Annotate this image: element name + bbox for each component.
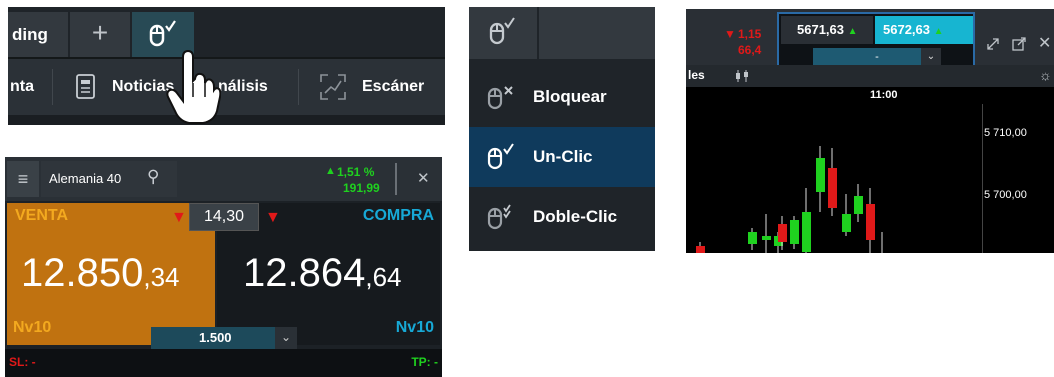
mouse-double-check-icon: [487, 204, 511, 230]
chart-tab-label[interactable]: les: [688, 68, 705, 82]
trade-footer: SL: - TP: -: [5, 349, 442, 377]
chart-change-pct: 1,15: [738, 27, 762, 41]
trade-panel: ≡ Alemania 40 ⚲ ▲ 1,51 % 191,99 ✕ VENTA …: [5, 157, 442, 377]
chevron-down-icon[interactable]: ⌄: [275, 327, 297, 349]
spread-value: 14,30: [189, 203, 259, 231]
sell-price-small: ,34: [143, 262, 180, 292]
buy-price-main: 12.864: [243, 251, 366, 295]
ask-button[interactable]: 5672,63 ▲: [875, 16, 973, 44]
bid-price: 5671,63: [797, 22, 844, 37]
menu-row: nta Noticias nálisis Escáner: [8, 57, 445, 115]
chart-header: ▼ 1,15 66,4 5671,63 ▲ 5672,63 ▲ - ⌄ ✕: [686, 9, 1054, 70]
option-bloquear[interactable]: Bloquear: [469, 67, 655, 127]
scanner-icon: [320, 74, 346, 100]
candle-body: [828, 168, 837, 208]
sell-price-main: 12.850: [21, 251, 144, 295]
bid-button[interactable]: 5671,63 ▲: [781, 16, 873, 44]
quantity-select[interactable]: 1.500 ⌄: [151, 327, 297, 349]
sell-label: VENTA: [15, 207, 69, 224]
chart-panel: ▼ 1,15 66,4 5671,63 ▲ 5672,63 ▲ - ⌄ ✕ le…: [686, 9, 1054, 253]
mouse-check-icon: [487, 143, 514, 170]
up-arrow-icon: ▲: [325, 165, 336, 177]
close-icon[interactable]: ✕: [1038, 33, 1051, 53]
menu-icon[interactable]: ≡: [7, 161, 39, 197]
candle-body: [802, 212, 811, 252]
price-label: 5 700,00: [984, 189, 1027, 201]
tab-row: ding +: [8, 7, 445, 57]
buy-price-small: ,64: [365, 262, 402, 292]
candle-body: [778, 224, 787, 242]
settings-icon[interactable]: ☼: [1039, 67, 1052, 83]
option-label: Un-Clic: [533, 147, 593, 166]
menu-venta[interactable]: nta: [10, 59, 34, 115]
option-un-clic[interactable]: Un-Clic: [469, 127, 655, 187]
trade-change-pct: 1,51 %: [337, 165, 375, 179]
buy-level: Nv10: [395, 319, 434, 336]
change-down-icon: ▼: [724, 27, 736, 41]
candle-body: [842, 214, 851, 232]
up-arrow-icon: ▲: [933, 26, 944, 37]
menu-header: [469, 7, 655, 63]
trade-change-abs: 191,99: [343, 181, 380, 195]
buy-label: COMPRA: [362, 207, 434, 224]
down-arrow-icon: ▼: [265, 209, 281, 226]
click-mode-button[interactable]: [469, 7, 537, 59]
up-arrow-icon: ▲: [847, 26, 858, 37]
take-profit-label[interactable]: TP: -: [411, 355, 438, 369]
stop-loss-label[interactable]: SL: -: [9, 355, 36, 369]
quantity-value: -: [875, 51, 879, 63]
tab-trading[interactable]: ding: [8, 12, 68, 57]
click-mode-menu: Bloquear Un-Clic Doble-Clic: [469, 7, 655, 251]
option-doble-clic[interactable]: Doble-Clic: [469, 187, 655, 247]
add-tab-button[interactable]: +: [70, 12, 130, 57]
hand-cursor-icon: [166, 49, 221, 124]
quote-box: 5671,63 ▲ 5672,63 ▲ - ⌄: [777, 12, 975, 70]
drag-handle[interactable]: [395, 163, 407, 195]
toolbar-panel: ding + nta Noticias nálisis Escáner: [8, 7, 445, 125]
instrument-name: Alemania 40: [49, 171, 122, 186]
mouse-check-icon: [489, 17, 515, 45]
price-label: 5 710,00: [984, 127, 1027, 139]
quantity-value: 1.500: [199, 330, 232, 345]
candle-body: [696, 246, 705, 253]
menu-header-blank: [539, 7, 655, 59]
mouse-lock-icon: [487, 86, 513, 110]
chevron-down-icon[interactable]: ⌄: [921, 48, 941, 66]
price-axis-line: [982, 104, 983, 253]
toolbar-bottom: [8, 115, 445, 125]
trade-header: ≡ Alemania 40 ⚲ ▲ 1,51 % 191,99 ✕: [5, 157, 442, 201]
sell-price: 12.850,34: [21, 251, 180, 296]
expand-icon[interactable]: [986, 37, 1000, 51]
candle-body: [762, 236, 771, 240]
quantity-select[interactable]: - ⌄: [813, 48, 941, 66]
search-icon: ⚲: [147, 167, 160, 186]
divider: [52, 69, 53, 105]
candle-body: [854, 196, 863, 214]
sell-button[interactable]: VENTA ▼ 12.850,34 Nv10: [7, 203, 215, 345]
menu-escaner[interactable]: Escáner: [362, 59, 424, 115]
popout-icon[interactable]: [1012, 37, 1026, 51]
menu-analisis[interactable]: nálisis: [218, 59, 268, 115]
ask-price: 5672,63: [883, 22, 930, 37]
instrument-search[interactable]: Alemania 40 ⚲: [41, 161, 177, 197]
time-label: 11:00: [870, 89, 898, 101]
option-label: Bloquear: [533, 87, 607, 106]
candle-body: [790, 220, 799, 244]
sell-level: Nv10: [13, 319, 52, 336]
candle-body: [748, 232, 757, 244]
buy-price: 12.864,64: [243, 251, 402, 296]
chart-toolbar: les ☼: [686, 65, 1054, 87]
candle-body: [866, 204, 875, 240]
divider: [298, 69, 299, 105]
candles-icon[interactable]: [734, 69, 752, 83]
chart-change-abs: 66,4: [738, 43, 762, 57]
candlestick-chart: [696, 146, 883, 253]
candle-body: [816, 158, 825, 192]
down-arrow-icon: ▼: [171, 209, 187, 226]
option-label: Doble-Clic: [533, 207, 618, 226]
news-icon: [76, 74, 95, 99]
close-icon[interactable]: ✕: [417, 169, 430, 187]
